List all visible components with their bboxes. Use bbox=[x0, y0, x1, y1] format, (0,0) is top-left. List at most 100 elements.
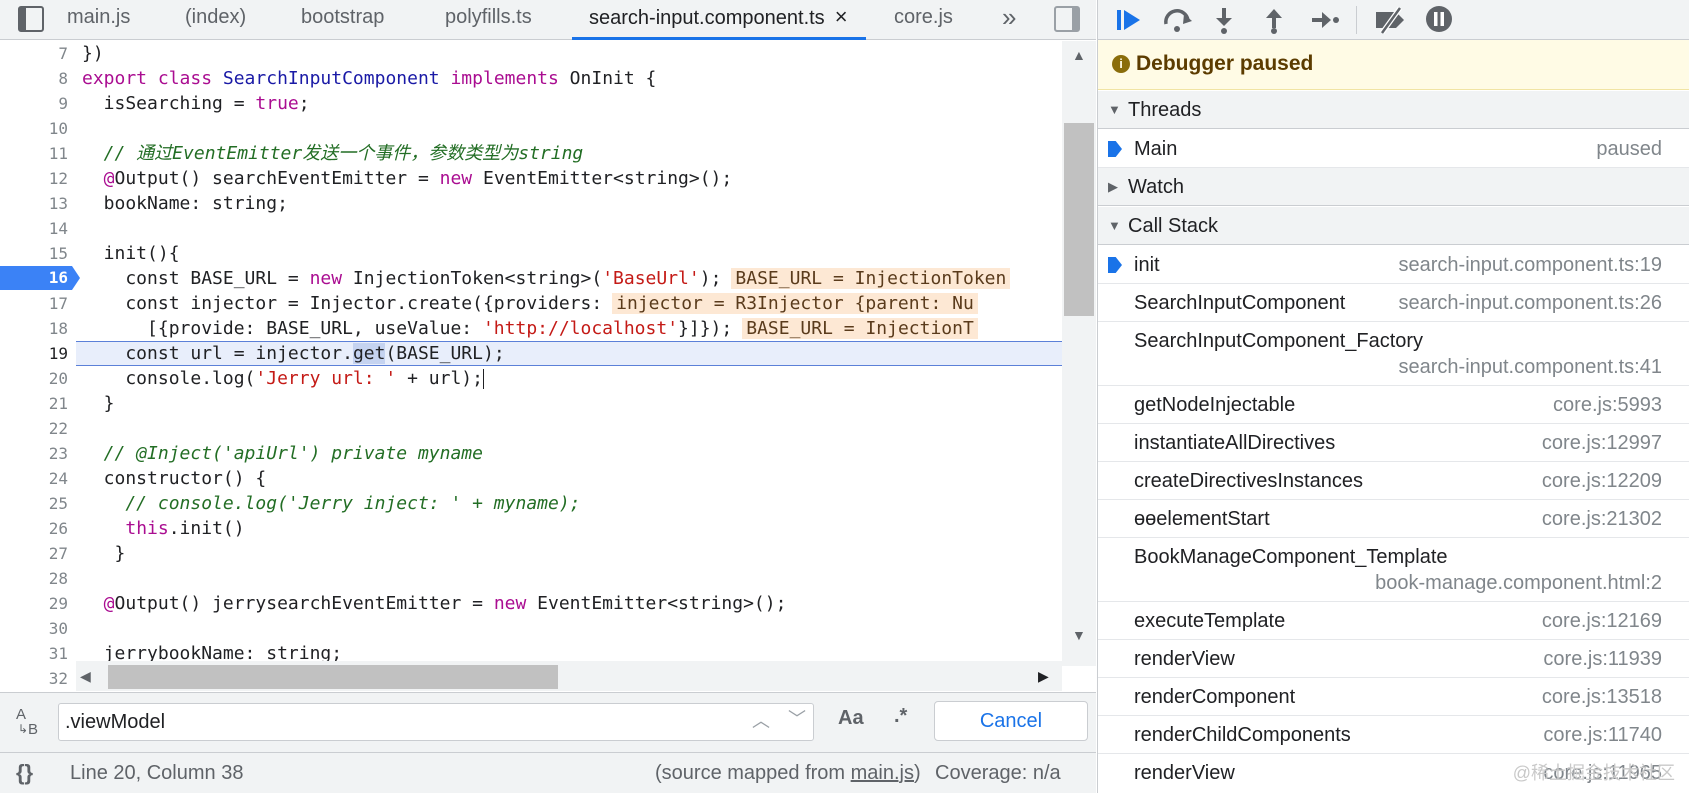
replace-toggle-icon[interactable]: A ↳ B bbox=[14, 705, 44, 739]
inline-value[interactable]: BASE_URL = InjectionT bbox=[742, 318, 978, 339]
code-line[interactable]: [{provide: BASE_URL, useValue: 'http://l… bbox=[82, 316, 978, 341]
line-number[interactable]: 29 bbox=[0, 591, 68, 616]
line-number[interactable]: 14 bbox=[0, 216, 68, 241]
line-number[interactable]: 11 bbox=[0, 141, 68, 166]
line-gutter[interactable]: 7 8 9 10 11 12 13 14 15 16 17 18 19 20 2… bbox=[0, 41, 80, 691]
vertical-scroll-thumb[interactable] bbox=[1064, 123, 1094, 316]
code-line[interactable]: // 通过EventEmitter发送一个事件，参数类型为string bbox=[82, 141, 584, 166]
code-lines[interactable]: }) export class SearchInputComponent imp… bbox=[76, 41, 1062, 691]
code-line[interactable]: bookName: string; bbox=[82, 191, 288, 216]
code-line[interactable]: const url = injector.get(BASE_URL); bbox=[82, 341, 505, 366]
code-line[interactable]: init(){ bbox=[82, 241, 180, 266]
code-line[interactable]: } bbox=[82, 391, 115, 416]
scroll-right-icon[interactable]: ▶ bbox=[1038, 668, 1049, 685]
line-number[interactable]: 17 bbox=[0, 291, 68, 316]
code-line[interactable]: // console.log('Jerry inject: ' + myname… bbox=[82, 491, 580, 516]
scroll-down-icon[interactable]: ▼ bbox=[1072, 627, 1086, 643]
inline-value[interactable]: injector = R3Injector {parent: Nu bbox=[612, 293, 978, 314]
match-case-button[interactable]: Aa bbox=[838, 707, 864, 730]
callstack-section-header[interactable]: ▼ Call Stack bbox=[1098, 207, 1689, 245]
code-line[interactable]: constructor() { bbox=[82, 466, 267, 491]
call-frame-row[interactable]: SearchInputComponent_Factory search-inpu… bbox=[1098, 322, 1689, 386]
code-line[interactable]: console.log('Jerry url: ' + url); bbox=[82, 366, 484, 391]
tab-core-js[interactable]: core.js bbox=[894, 0, 953, 40]
frame-location[interactable]: core.js:5993 bbox=[1553, 386, 1662, 424]
call-frame-row[interactable]: renderComponent core.js:13518 bbox=[1098, 678, 1689, 716]
frame-location[interactable]: core.js:12997 bbox=[1542, 424, 1662, 462]
step-into-icon[interactable] bbox=[1212, 6, 1236, 34]
source-map-link[interactable]: main.js bbox=[851, 762, 914, 784]
code-line[interactable]: } bbox=[82, 541, 126, 566]
tab-polyfills[interactable]: polyfills.ts bbox=[445, 0, 532, 40]
frame-location[interactable]: core.js:11740 bbox=[1543, 716, 1662, 754]
line-number[interactable]: 31 bbox=[0, 641, 68, 666]
previous-match-icon[interactable]: ︿ bbox=[752, 707, 770, 733]
frame-location[interactable]: search-input.component.ts:19 bbox=[1399, 246, 1663, 284]
resume-icon[interactable] bbox=[1114, 6, 1144, 34]
call-frame-row[interactable]: init search-input.component.ts:19 bbox=[1098, 246, 1689, 284]
line-number[interactable]: 23 bbox=[0, 441, 68, 466]
code-line[interactable]: isSearching = true; bbox=[82, 91, 310, 116]
call-frame-row[interactable]: renderChildComponents core.js:11740 bbox=[1098, 716, 1689, 754]
line-number[interactable]: 20 bbox=[0, 366, 68, 391]
horizontal-scroll-thumb[interactable] bbox=[108, 665, 558, 689]
code-line[interactable]: }) bbox=[82, 41, 104, 66]
line-number[interactable]: 7 bbox=[0, 41, 68, 66]
line-number[interactable]: 9 bbox=[0, 91, 68, 116]
call-frame-row[interactable]: getNodeInjectable core.js:5993 bbox=[1098, 386, 1689, 424]
line-number[interactable]: 18 bbox=[0, 316, 68, 341]
vertical-scrollbar[interactable]: ▲ ▼ bbox=[1062, 41, 1096, 666]
line-number[interactable]: 27 bbox=[0, 541, 68, 566]
call-frame-row[interactable]: createDirectivesInstances core.js:12209 bbox=[1098, 462, 1689, 500]
frame-location[interactable]: core.js:12169 bbox=[1542, 602, 1662, 640]
step-over-icon[interactable] bbox=[1162, 6, 1194, 34]
scroll-left-icon[interactable]: ◀ bbox=[80, 668, 91, 685]
code-line[interactable]: // @Inject('apiUrl') private myname bbox=[82, 441, 483, 466]
call-frame-row[interactable]: executeTemplate core.js:12169 bbox=[1098, 602, 1689, 640]
tab-search-input-component[interactable]: search-input.component.ts × bbox=[572, 0, 866, 40]
frame-location[interactable]: core.js:21302 bbox=[1542, 500, 1662, 538]
line-number[interactable]: 15 bbox=[0, 241, 68, 266]
line-number[interactable]: 25 bbox=[0, 491, 68, 516]
search-input[interactable] bbox=[58, 703, 814, 741]
thread-row[interactable]: Main paused bbox=[1098, 130, 1689, 168]
line-number[interactable]: 22 bbox=[0, 416, 68, 441]
toggle-navigator-icon[interactable] bbox=[18, 6, 44, 32]
line-number[interactable]: 13 bbox=[0, 191, 68, 216]
breakpoint-marker[interactable]: 16 bbox=[0, 266, 80, 290]
line-number[interactable]: 26 bbox=[0, 516, 68, 541]
close-tab-icon[interactable]: × bbox=[835, 4, 848, 29]
step-icon[interactable] bbox=[1310, 6, 1340, 34]
toggle-debugger-icon[interactable] bbox=[1054, 6, 1080, 32]
line-number[interactable]: 21 bbox=[0, 391, 68, 416]
code-line[interactable]: const BASE_URL = new InjectionToken<stri… bbox=[82, 266, 1011, 291]
more-tabs-icon[interactable]: » bbox=[1002, 0, 1016, 40]
pause-on-exceptions-icon[interactable] bbox=[1424, 4, 1454, 34]
line-number[interactable]: 10 bbox=[0, 116, 68, 141]
code-editor[interactable]: 7 8 9 10 11 12 13 14 15 16 17 18 19 20 2… bbox=[0, 41, 1096, 691]
frame-location[interactable]: search-input.component.ts:26 bbox=[1399, 284, 1663, 322]
line-number[interactable]: 12 bbox=[0, 166, 68, 191]
frame-location[interactable]: book-manage.component.html:2 bbox=[1375, 572, 1662, 595]
threads-section-header[interactable]: ▼ Threads bbox=[1098, 91, 1689, 129]
call-frame-row[interactable]: renderView core.js:11939 bbox=[1098, 640, 1689, 678]
code-line[interactable]: @Output() searchEventEmitter = new Event… bbox=[82, 166, 733, 191]
line-number[interactable]: 32 bbox=[0, 666, 68, 691]
cancel-search-button[interactable]: Cancel bbox=[934, 701, 1088, 741]
line-number[interactable]: 28 bbox=[0, 566, 68, 591]
frame-location[interactable]: search-input.component.ts:41 bbox=[1399, 356, 1663, 379]
frame-location[interactable]: core.js:11939 bbox=[1543, 640, 1662, 678]
frame-location[interactable]: core.js:13518 bbox=[1542, 678, 1662, 716]
deactivate-breakpoints-icon[interactable] bbox=[1374, 6, 1408, 34]
call-frame-row[interactable]: instantiateAllDirectives core.js:12997 bbox=[1098, 424, 1689, 462]
code-line[interactable]: this.init() bbox=[82, 516, 244, 541]
tab-main-js[interactable]: main.js bbox=[67, 0, 130, 40]
tab-bootstrap[interactable]: bootstrap bbox=[301, 0, 384, 40]
inline-value[interactable]: BASE_URL = InjectionToken bbox=[731, 268, 1011, 289]
pretty-print-button[interactable]: {} bbox=[16, 753, 33, 793]
step-out-icon[interactable] bbox=[1262, 6, 1286, 34]
frame-location[interactable]: core.js:12209 bbox=[1542, 462, 1662, 500]
call-frame-row[interactable]: ɵɵelementStart core.js:21302 bbox=[1098, 500, 1689, 538]
horizontal-scrollbar[interactable]: ◀ ▶ bbox=[76, 661, 1062, 691]
scroll-up-icon[interactable]: ▲ bbox=[1072, 47, 1086, 63]
